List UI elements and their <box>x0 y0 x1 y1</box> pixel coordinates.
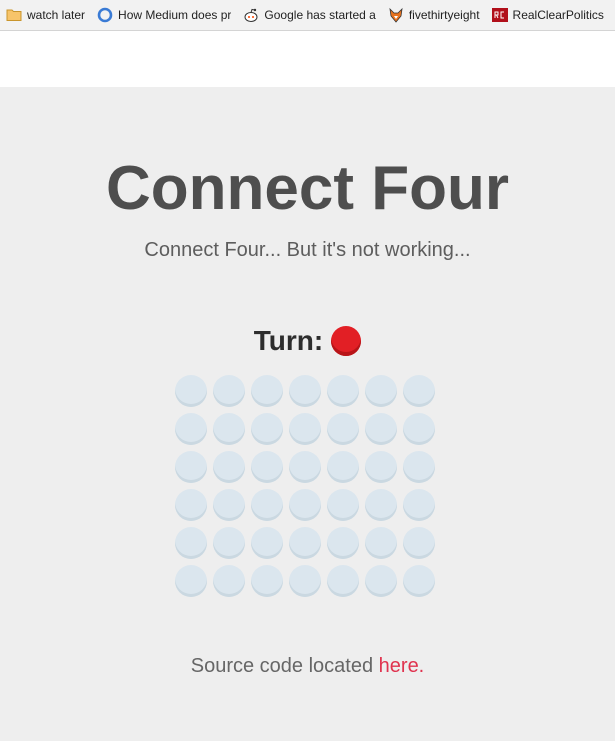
board-cell[interactable] <box>251 451 283 483</box>
board-cell[interactable] <box>327 375 359 407</box>
fox-icon <box>389 7 403 23</box>
bookmark-label: RealClearPolitics <box>512 8 604 22</box>
board-cell[interactable] <box>251 489 283 521</box>
board-cell[interactable] <box>289 375 321 407</box>
board-cell[interactable] <box>175 375 207 407</box>
board-cell[interactable] <box>175 565 207 597</box>
main-content: Connect Four Connect Four... But it's no… <box>0 87 615 741</box>
board-cell[interactable] <box>365 375 397 407</box>
red-disc-icon <box>331 326 362 356</box>
board-cell[interactable] <box>213 451 245 483</box>
bookmark-google-reddit[interactable]: Google has started a <box>243 7 376 23</box>
board-cell[interactable] <box>403 489 435 521</box>
board-cell[interactable] <box>327 527 359 559</box>
blue-ring-icon <box>97 7 113 23</box>
board-cell[interactable] <box>289 565 321 597</box>
rcp-icon <box>491 8 508 22</box>
bookmarks-bar: watch later How Medium does pr Google ha… <box>0 0 615 31</box>
bookmark-watch-later[interactable]: watch later <box>6 7 85 23</box>
bookmark-fivethirtyeight[interactable]: fivethirtyeight <box>388 7 480 23</box>
page-subtitle: Connect Four... But it's not working... <box>144 239 471 261</box>
board-cell[interactable] <box>213 489 245 521</box>
board-cell[interactable] <box>327 489 359 521</box>
board-cell[interactable] <box>327 413 359 445</box>
bookmark-realclearpolitics[interactable]: RealClearPolitics <box>491 7 604 23</box>
board-cell[interactable] <box>213 565 245 597</box>
board-cell[interactable] <box>213 375 245 407</box>
source-line: Source code located here. <box>0 655 615 678</box>
source-link[interactable]: here. <box>379 655 425 677</box>
bookmark-label: Google has started a <box>264 8 376 22</box>
board-cell[interactable] <box>251 527 283 559</box>
bookmark-label: fivethirtyeight <box>408 8 480 22</box>
board-cell[interactable] <box>365 527 397 559</box>
bookmark-label: watch later <box>27 8 86 22</box>
board-cell[interactable] <box>175 451 207 483</box>
board-cell[interactable] <box>327 565 359 597</box>
folder-icon <box>6 9 22 21</box>
bookmark-label: How Medium does pr <box>118 8 232 22</box>
reddit-icon <box>244 8 258 22</box>
board-cell[interactable] <box>289 413 321 445</box>
board-cell[interactable] <box>175 413 207 445</box>
board-cell[interactable] <box>289 451 321 483</box>
board-cell[interactable] <box>403 375 435 407</box>
bookmark-medium[interactable]: How Medium does pr <box>97 7 231 23</box>
board-cell[interactable] <box>251 413 283 445</box>
board-cell[interactable] <box>403 565 435 597</box>
board-cell[interactable] <box>327 451 359 483</box>
board-cell[interactable] <box>175 527 207 559</box>
board-cell[interactable] <box>289 489 321 521</box>
board-cell[interactable] <box>365 451 397 483</box>
source-text: Source code located <box>190 655 374 677</box>
page-header-space <box>0 31 615 87</box>
board-cell[interactable] <box>403 413 435 445</box>
turn-indicator: Turn: <box>0 325 615 357</box>
board-cell[interactable] <box>365 413 397 445</box>
page-title: Connect Four <box>106 154 509 223</box>
turn-label: Turn: <box>253 325 324 356</box>
board-cell[interactable] <box>175 489 207 521</box>
board-cell[interactable] <box>403 527 435 559</box>
board-cell[interactable] <box>213 527 245 559</box>
board-cell[interactable] <box>213 413 245 445</box>
game-board <box>175 375 439 597</box>
board-cell[interactable] <box>403 451 435 483</box>
board-cell[interactable] <box>289 527 321 559</box>
board-cell[interactable] <box>251 375 283 407</box>
board-cell[interactable] <box>251 565 283 597</box>
board-cell[interactable] <box>365 565 397 597</box>
board-cell[interactable] <box>365 489 397 521</box>
